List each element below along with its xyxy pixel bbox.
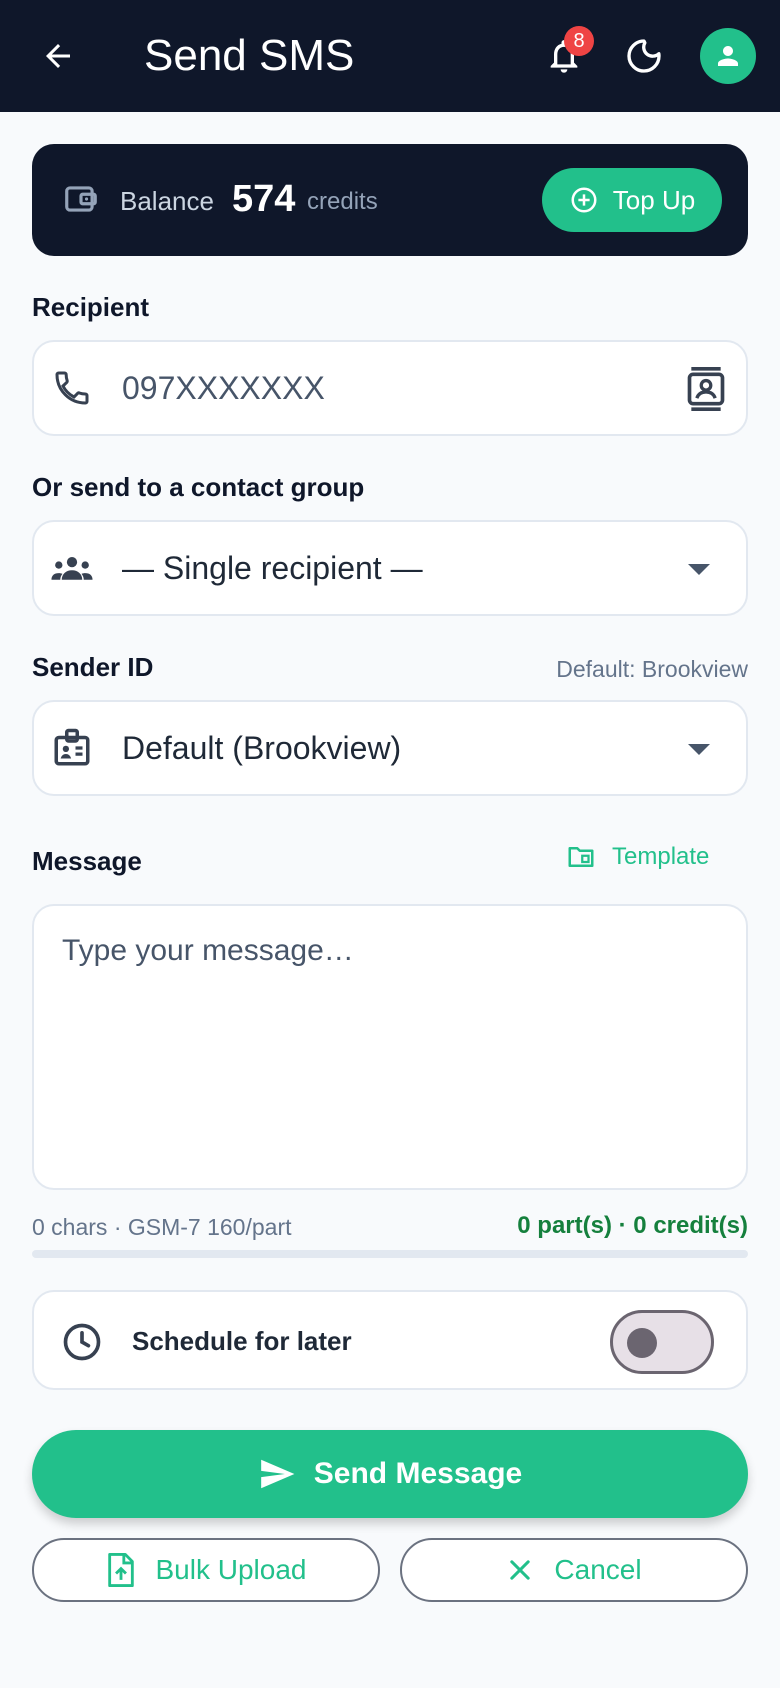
top-app-bar: Send SMS 8 — [0, 0, 780, 112]
message-length-progress — [32, 1250, 748, 1258]
sender-id-select[interactable]: Default (Brookview) — [32, 700, 748, 796]
template-label: Template — [612, 843, 710, 870]
file-upload-icon — [107, 1553, 134, 1587]
group-icon — [51, 557, 93, 580]
cancel-button[interactable]: Cancel — [400, 1538, 748, 1602]
message-box — [32, 904, 748, 1190]
schedule-row: Schedule for later — [32, 1290, 748, 1390]
contacts-picker-button[interactable] — [682, 364, 730, 414]
sender-id-value: Default (Brookview) — [122, 730, 402, 766]
cancel-label: Cancel — [554, 1554, 642, 1585]
clock-icon — [63, 1323, 101, 1361]
top-up-label: Top Up — [612, 184, 696, 215]
avatar[interactable] — [700, 28, 756, 84]
balance-label: Balance — [120, 186, 214, 216]
template-button[interactable]: Template — [566, 842, 709, 872]
phone-icon — [55, 371, 89, 405]
schedule-toggle[interactable] — [610, 1310, 714, 1374]
character-count: 0 chars · GSM-7 160/part — [32, 1214, 292, 1240]
plus-circle-icon — [571, 187, 597, 213]
wallet-icon — [65, 186, 97, 212]
moon-icon — [627, 39, 661, 73]
send-message-button[interactable]: Send Message — [32, 1430, 748, 1518]
sender-id-label: Sender ID — [32, 652, 154, 682]
recipient-field[interactable]: 097XXXXXXX — [32, 340, 748, 436]
message-label: Message — [32, 846, 142, 876]
balance-amount: 574 — [232, 178, 296, 220]
balance-unit: credits — [307, 188, 378, 215]
contact-group-label: Or send to a contact group — [32, 472, 365, 502]
notification-badge: 8 — [564, 26, 594, 56]
schedule-label: Schedule for later — [132, 1326, 352, 1356]
back-arrow-icon — [46, 44, 70, 68]
sender-id-hint: Default: Brookview — [556, 656, 748, 682]
contacts-icon — [687, 367, 725, 411]
dark-mode-toggle[interactable] — [618, 30, 670, 82]
send-icon — [260, 1459, 295, 1489]
schedule-toggle-knob — [627, 1328, 657, 1358]
balance-card: Balance 574 credits Top Up — [32, 144, 748, 256]
back-button[interactable] — [32, 28, 84, 84]
bulk-upload-label: Bulk Upload — [155, 1554, 307, 1585]
bulk-upload-button[interactable]: Bulk Upload — [32, 1538, 380, 1602]
message-input[interactable] — [62, 934, 722, 1164]
recipient-input[interactable]: 097XXXXXXX — [122, 370, 325, 407]
recipient-label: Recipient — [32, 292, 150, 322]
credit-cost: 0 part(s) · 0 credit(s) — [517, 1212, 748, 1239]
top-up-button[interactable]: Top Up — [542, 168, 722, 232]
chevron-down-icon — [688, 564, 710, 575]
id-badge-icon — [54, 728, 90, 766]
chevron-down-icon — [688, 744, 710, 755]
send-message-label: Send Message — [313, 1457, 523, 1490]
contact-group-select[interactable]: — Single recipient — — [32, 520, 748, 616]
close-icon — [510, 1560, 531, 1580]
page-title: Send SMS — [144, 31, 355, 80]
contact-group-value: — Single recipient — — [122, 550, 423, 586]
folder-icon — [568, 847, 594, 867]
user-icon — [718, 46, 738, 66]
